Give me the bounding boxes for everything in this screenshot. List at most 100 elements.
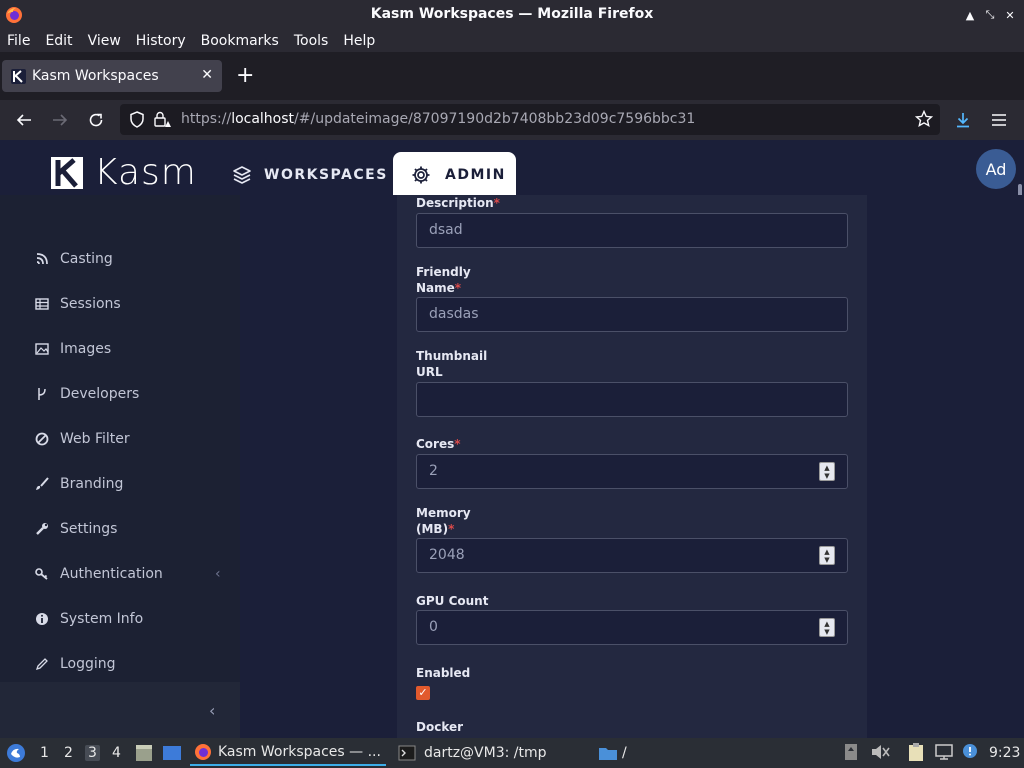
star-icon[interactable] bbox=[915, 110, 933, 128]
stepper-up-icon[interactable]: ▲ bbox=[824, 548, 829, 556]
description-input[interactable]: dsad bbox=[416, 213, 848, 248]
task-file-manager[interactable]: / bbox=[594, 740, 654, 766]
gpu-count-label: GPU Count bbox=[416, 594, 489, 608]
start-menu-icon[interactable] bbox=[6, 743, 26, 763]
sidebar-item-branding[interactable]: Branding bbox=[34, 476, 123, 492]
cores-input[interactable]: 2 ▲ ▼ bbox=[416, 454, 848, 489]
reload-button[interactable] bbox=[85, 109, 107, 131]
network-icon[interactable] bbox=[934, 743, 954, 761]
desktop-icon[interactable] bbox=[162, 743, 182, 763]
enabled-checkbox[interactable]: ✓ bbox=[416, 686, 430, 700]
sidebar-item-images[interactable]: Images bbox=[34, 341, 111, 357]
workspace-4[interactable]: 4 bbox=[112, 745, 121, 761]
wrench-icon bbox=[34, 521, 50, 537]
arrow-left-icon bbox=[16, 114, 31, 126]
menu-help[interactable]: Help bbox=[343, 33, 375, 49]
tab-close-icon[interactable]: ✕ bbox=[201, 67, 213, 83]
sidebar-item-label: Images bbox=[60, 341, 112, 357]
sidebar-item-sessions[interactable]: Sessions bbox=[34, 296, 121, 312]
gpu-count-input[interactable]: 0 ▲ ▼ bbox=[416, 610, 848, 645]
memory-label-line2: (MB) bbox=[416, 522, 449, 536]
stepper-down-icon[interactable]: ▼ bbox=[824, 472, 829, 480]
thumbnail-url-label: Thumbnail URL bbox=[416, 348, 487, 380]
nav-admin-label: ADMIN bbox=[445, 166, 506, 183]
thumbnail-url-input[interactable] bbox=[416, 382, 848, 417]
image-icon bbox=[34, 341, 50, 357]
sidebar-item-label: System Info bbox=[60, 611, 144, 627]
hamburger-icon bbox=[992, 114, 1006, 126]
nav-workspaces[interactable]: WORKSPACES bbox=[232, 165, 388, 185]
menu-view[interactable]: View bbox=[88, 33, 121, 49]
arrow-right-icon bbox=[53, 114, 68, 126]
stepper-down-icon[interactable]: ▼ bbox=[824, 556, 829, 564]
url-bar[interactable]: https://localhost/#/updateimage/87097190… bbox=[120, 104, 940, 135]
sidebar-item-web-filter[interactable]: Web Filter bbox=[34, 431, 130, 447]
table-icon bbox=[34, 296, 50, 312]
forward-button[interactable] bbox=[49, 109, 71, 131]
required-mark: * bbox=[454, 437, 461, 451]
downloads-button[interactable] bbox=[952, 109, 974, 131]
volume-muted-icon[interactable] bbox=[870, 743, 890, 761]
layers-icon bbox=[233, 166, 251, 184]
gpu-count-value: 0 bbox=[429, 619, 438, 635]
back-button[interactable] bbox=[13, 109, 35, 131]
task-firefox[interactable]: Kasm Workspaces — ... bbox=[190, 740, 386, 766]
cores-stepper[interactable]: ▲ ▼ bbox=[819, 462, 835, 481]
menu-file[interactable]: File bbox=[7, 33, 30, 49]
task-label: / bbox=[622, 745, 627, 761]
nav-workspaces-label: WORKSPACES bbox=[264, 167, 388, 183]
sidebar-item-system-info[interactable]: System Info bbox=[34, 611, 143, 627]
kasm-logo[interactable]: Kasm bbox=[50, 152, 197, 193]
sidebar-item-settings[interactable]: Settings bbox=[34, 521, 117, 537]
friendly-name-input[interactable]: dasdas bbox=[416, 297, 848, 332]
new-tab-button[interactable]: + bbox=[236, 65, 254, 87]
sidebar-item-label: Branding bbox=[60, 476, 124, 492]
nav-admin[interactable]: ADMIN bbox=[393, 152, 516, 197]
tab-kasm-workspaces[interactable]: Kasm Workspaces ✕ bbox=[2, 60, 222, 92]
required-mark: * bbox=[493, 196, 500, 210]
close-window-button[interactable]: ✕ bbox=[1000, 5, 1020, 25]
clipboard-icon[interactable] bbox=[906, 742, 926, 762]
stepper-up-icon[interactable]: ▲ bbox=[824, 464, 829, 472]
chevron-left-icon[interactable]: ‹ bbox=[215, 566, 221, 582]
description-label-text: Description bbox=[416, 196, 494, 210]
menu-bookmarks[interactable]: Bookmarks bbox=[201, 33, 279, 49]
stepper-down-icon[interactable]: ▼ bbox=[824, 628, 829, 636]
menu-history[interactable]: History bbox=[136, 33, 186, 49]
memory-stepper[interactable]: ▲ ▼ bbox=[819, 546, 835, 565]
branch-icon bbox=[34, 386, 50, 402]
sidebar-item-authentication[interactable]: Authentication bbox=[34, 566, 163, 582]
minimize-button[interactable]: ▲ bbox=[960, 5, 980, 25]
gpu-count-stepper[interactable]: ▲ ▼ bbox=[819, 618, 835, 637]
task-label: Kasm Workspaces — ... bbox=[218, 744, 381, 760]
upload-tray-icon[interactable] bbox=[844, 743, 858, 761]
workspace-1[interactable]: 1 bbox=[40, 745, 49, 761]
shield-icon bbox=[130, 111, 144, 128]
task-label: dartz@VM3: /tmp bbox=[424, 745, 547, 761]
sidebar-item-casting[interactable]: Casting bbox=[34, 251, 113, 267]
collapse-sidebar-icon[interactable]: ‹ bbox=[209, 701, 215, 720]
memory-input[interactable]: 2048 ▲ ▼ bbox=[416, 538, 848, 573]
url-text[interactable]: https://localhost/#/updateimage/87097190… bbox=[181, 111, 695, 127]
task-terminal[interactable]: dartz@VM3: /tmp bbox=[394, 740, 584, 766]
download-icon bbox=[957, 113, 969, 128]
menu-edit[interactable]: Edit bbox=[45, 33, 72, 49]
workspace-3[interactable]: 3 bbox=[85, 745, 100, 761]
lock-warning-icon bbox=[154, 111, 171, 127]
brush-icon bbox=[34, 476, 50, 492]
sidebar-item-developers[interactable]: Developers bbox=[34, 386, 139, 402]
cores-label: Cores* bbox=[416, 436, 461, 452]
app-menu-button[interactable] bbox=[988, 109, 1010, 131]
sidebar-item-label: Casting bbox=[60, 251, 113, 267]
user-avatar[interactable]: Ad bbox=[976, 149, 1016, 189]
workspace-2[interactable]: 2 bbox=[64, 745, 73, 761]
menu-tools[interactable]: Tools bbox=[294, 33, 329, 49]
notification-icon[interactable] bbox=[962, 743, 978, 759]
maximize-button[interactable]: ⤡ bbox=[980, 5, 1000, 25]
pencil-icon bbox=[34, 656, 50, 672]
enabled-label: Enabled bbox=[416, 666, 471, 680]
stepper-up-icon[interactable]: ▲ bbox=[824, 620, 829, 628]
file-cabinet-icon[interactable] bbox=[134, 743, 154, 763]
menubar: File Edit View History Bookmarks Tools H… bbox=[0, 30, 1024, 52]
sidebar-item-logging[interactable]: Logging bbox=[34, 656, 116, 672]
